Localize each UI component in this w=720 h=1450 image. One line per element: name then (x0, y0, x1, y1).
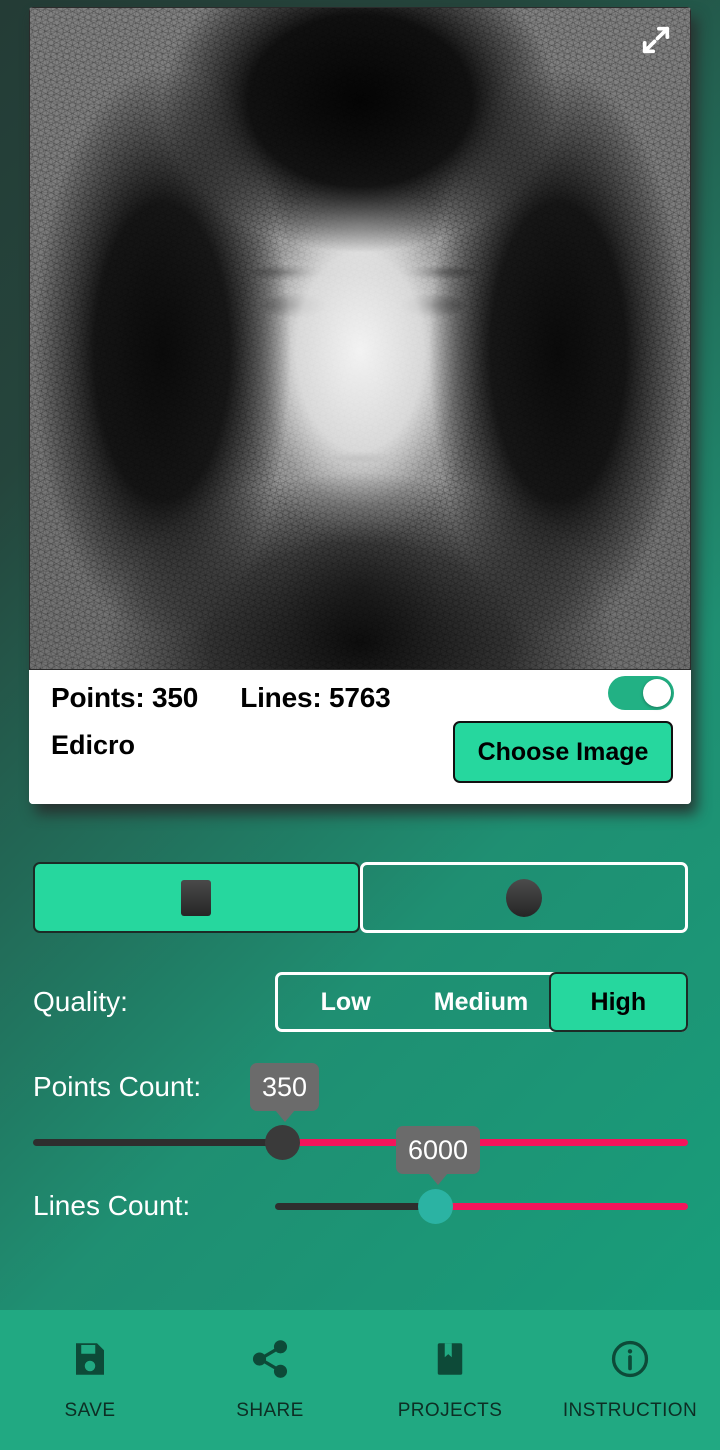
nav-item-share[interactable]: SHARE (180, 1310, 360, 1450)
quality-row: Quality: Low Medium High (33, 972, 688, 1032)
lines-count-label: Lines Count: (33, 1190, 191, 1221)
lines-slider-thumb[interactable] (418, 1189, 453, 1224)
lines-slider-track-inactive[interactable] (275, 1203, 435, 1210)
nav-label-share: SHARE (236, 1400, 304, 1421)
quality-label: Quality: (33, 986, 128, 1017)
points-slider-track-inactive[interactable] (33, 1139, 282, 1146)
card-info-area: Points: 350 Lines: 5763 Edicro Choose Im… (29, 670, 691, 804)
choose-image-button[interactable]: Choose Image (453, 721, 673, 783)
share-icon (252, 1340, 288, 1378)
circle-shape-icon (505, 878, 542, 917)
bookmark-book-icon (437, 1343, 463, 1375)
preview-toggle[interactable] (608, 676, 674, 710)
expand-arrows-icon[interactable] (636, 20, 676, 60)
quality-option-medium[interactable]: Medium (413, 975, 548, 1029)
stats-row: Points: 350 Lines: 5763 (51, 682, 673, 714)
lines-slider-value-bubble: 6000 (396, 1126, 481, 1174)
quality-option-low[interactable]: Low (278, 975, 413, 1029)
square-shape-icon (181, 879, 212, 916)
nav-item-save[interactable]: SAVE (0, 1310, 180, 1450)
nav-label-save: SAVE (64, 1400, 116, 1421)
points-slider-thumb[interactable] (265, 1125, 300, 1160)
nav-label-instruction: INSTRUCTION (562, 1400, 698, 1421)
quality-option-high[interactable]: High (548, 972, 688, 1032)
toggle-knob (643, 679, 671, 707)
points-count-label: Points Count: (33, 1071, 202, 1102)
string-art-canvas[interactable] (29, 7, 691, 670)
points-slider-track-active[interactable] (282, 1139, 688, 1146)
image-vignette (30, 8, 690, 669)
shape-option-circle[interactable] (359, 862, 688, 933)
quality-segmented-control: Low Medium High (275, 972, 688, 1032)
save-floppy-icon (76, 1343, 104, 1375)
app-name-label: Edicro (51, 730, 136, 760)
bottom-navigation-bar: SAVE SHARE PROJECTS INSTRUCTION (0, 1310, 720, 1450)
points-slider-value-bubble: 350 (250, 1063, 320, 1111)
shape-selector (33, 862, 688, 933)
preview-card: Points: 350 Lines: 5763 Edicro Choose Im… (29, 7, 691, 804)
nav-item-projects[interactable]: PROJECTS (360, 1310, 540, 1450)
points-stat: Points: 350 (51, 682, 199, 713)
shape-option-square[interactable] (33, 862, 360, 933)
lines-stat: Lines: 5763 (240, 682, 391, 713)
nav-item-instruction[interactable]: INSTRUCTION (540, 1310, 720, 1450)
info-circle-icon (611, 1340, 649, 1378)
lines-slider-track-active[interactable] (435, 1203, 688, 1210)
nav-label-projects: PROJECTS (397, 1400, 503, 1421)
